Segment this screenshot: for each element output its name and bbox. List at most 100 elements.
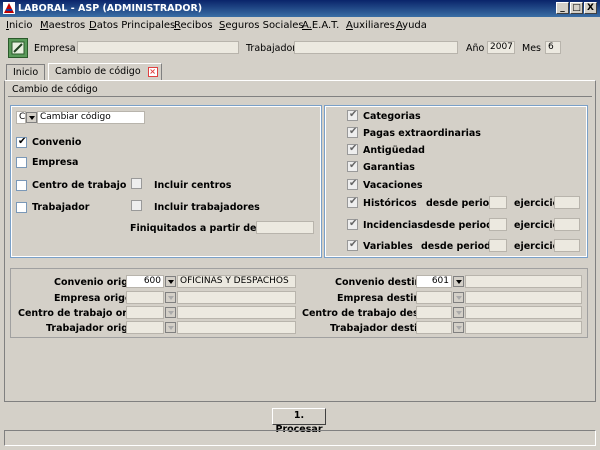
pagas-checkbox[interactable]: ✔ (347, 126, 358, 138)
incluir-centros-label: Incluir centros (154, 180, 232, 191)
menu-recibos[interactable]: Recibos (174, 20, 213, 31)
empresa-origen-name (177, 291, 296, 304)
menu-datos-principales[interactable]: Datos Principales (89, 20, 175, 31)
convenio-origen-dropdown-icon[interactable] (165, 276, 176, 287)
incidencias-ejercicio-field[interactable] (554, 218, 580, 231)
centro-origen-code[interactable] (126, 306, 164, 319)
trabajador-option-label: Trabajador (32, 202, 90, 213)
empresa-origen-dropdown-icon[interactable] (165, 292, 176, 303)
trabajador-label: Trabajador (246, 43, 297, 54)
tab-close-icon[interactable]: × (147, 67, 158, 77)
empresa-destino-code[interactable] (416, 291, 452, 304)
menu-ayuda[interactable]: Ayuda (396, 20, 427, 31)
menu-maestros[interactable]: Maestros (40, 20, 85, 31)
centro-trabajo-checkbox[interactable] (16, 180, 27, 191)
historicos-checkbox[interactable]: ✔ (347, 196, 358, 208)
convenio-origen-code[interactable]: 600 (126, 275, 164, 288)
minimize-button[interactable]: _ (556, 2, 569, 14)
centro-destino-name (465, 306, 582, 319)
trabajador-origen-code[interactable] (126, 321, 164, 334)
trabajador-origen-name (177, 321, 296, 334)
incluir-trabajadores-label: Incluir trabajadores (154, 202, 260, 213)
incidencias-checkbox[interactable]: ✔ (347, 218, 358, 230)
centro-destino-code[interactable] (416, 306, 452, 319)
vacaciones-checkbox[interactable]: ✔ (347, 178, 358, 190)
status-bar (4, 430, 596, 446)
convenio-label: Convenio (32, 137, 82, 148)
anio-label: Año (466, 43, 485, 54)
trabajador-field[interactable] (294, 41, 458, 54)
menu-auxiliares[interactable]: Auxiliares (346, 20, 395, 31)
tab-inicio[interactable]: Inicio (6, 64, 46, 80)
garantias-checkbox[interactable]: ✔ (347, 160, 358, 172)
variables-ejercicio-field[interactable] (554, 239, 580, 252)
centro-origen-dropdown-icon[interactable] (165, 307, 176, 318)
centro-origen-name (177, 306, 296, 319)
trabajador-destino-code[interactable] (416, 321, 452, 334)
convenio-checkbox[interactable]: ✔ (16, 136, 27, 148)
menu-bar: Inicio Maestros Datos Principales Recibo… (0, 17, 600, 34)
section-title: Cambio de código (12, 84, 98, 95)
menu-inicio[interactable]: Inicio (6, 20, 32, 31)
convenio-destino-code[interactable]: 601 (416, 275, 452, 288)
variables-checkbox[interactable]: ✔ (347, 239, 358, 251)
close-button[interactable]: X (584, 2, 597, 14)
garantias-label: Garantias (363, 162, 415, 173)
empresa-destino-name (465, 291, 582, 304)
historicos-periodo-field[interactable] (489, 196, 507, 209)
incluir-centros-checkbox[interactable] (131, 178, 142, 189)
maximize-button[interactable]: □ (570, 2, 583, 14)
mode-code-field[interactable]: C (16, 111, 26, 124)
antiguedad-checkbox[interactable]: ✔ (347, 143, 358, 155)
trabajador-destino-name (465, 321, 582, 334)
incidencias-label: Incidencias (363, 220, 424, 231)
categorias-checkbox[interactable]: ✔ (347, 109, 358, 121)
trabajador-origen-dropdown-icon[interactable] (165, 322, 176, 333)
menu-aeat[interactable]: A.E.A.T. (302, 20, 339, 31)
empresa-field[interactable] (77, 41, 239, 54)
mes-label: Mes (522, 43, 541, 54)
procesar-button[interactable]: 1. Procesar (272, 408, 326, 435)
historicos-label: Históricos (363, 198, 417, 209)
trabajador-destino-dropdown-icon[interactable] (453, 322, 464, 333)
centro-destino-dropdown-icon[interactable] (453, 307, 464, 318)
pencil-icon (11, 41, 25, 55)
historicos-ejercicio-field[interactable] (554, 196, 580, 209)
trabajador-checkbox[interactable] (16, 202, 27, 213)
mode-dropdown-icon[interactable] (26, 112, 37, 123)
incidencias-periodo-field[interactable] (489, 218, 507, 231)
convenio-origen-name: OFICINAS Y DESPACHOS (177, 275, 296, 288)
finiquitados-field[interactable] (256, 221, 314, 234)
empresa-label: Empresa (34, 43, 76, 54)
tab-label: Cambio de código (55, 66, 141, 77)
tab-cambio-de-codigo[interactable]: Cambio de código × (48, 63, 162, 80)
vacaciones-label: Vacaciones (363, 180, 423, 191)
antiguedad-label: Antigüedad (363, 145, 425, 156)
empresa-checkbox[interactable] (16, 157, 27, 168)
empresa-destino-label: Empresa destino (337, 293, 427, 304)
anio-field[interactable]: 2007 (487, 41, 515, 54)
convenio-destino-dropdown-icon[interactable] (453, 276, 464, 287)
variables-periodo-field[interactable] (489, 239, 507, 252)
mode-combo-text[interactable]: Cambiar código (37, 111, 145, 124)
incluir-trabajadores-checkbox[interactable] (131, 200, 142, 211)
incidencias-ejercicio-label: ejercicio (514, 220, 560, 231)
app-logo-icon (3, 2, 15, 14)
categorias-label: Categorias (363, 111, 421, 122)
finiquitados-label: Finiquitados a partir de (130, 223, 257, 234)
empresa-option-label: Empresa (32, 157, 79, 168)
variables-ejercicio-label: ejercicio (514, 241, 560, 252)
convenio-destino-label: Convenio destino (335, 277, 428, 288)
menu-seguros-sociales[interactable]: Seguros Sociales (219, 20, 304, 31)
centro-trabajo-label: Centro de trabajo (32, 180, 127, 191)
empresa-destino-dropdown-icon[interactable] (453, 292, 464, 303)
variables-label: Variables (363, 241, 413, 252)
mes-field[interactable]: 6 (545, 41, 561, 54)
edit-icon[interactable] (8, 38, 28, 58)
pagas-label: Pagas extraordinarias (363, 128, 481, 139)
window-title: LABORAL - ASP (ADMINISTRADOR) (18, 3, 203, 14)
title-bar[interactable]: LABORAL - ASP (ADMINISTRADOR) _ □ X (0, 0, 600, 17)
convenio-destino-name (465, 275, 582, 288)
empresa-origen-code[interactable] (126, 291, 164, 304)
variables-desde-label: desde periodo (421, 241, 498, 252)
